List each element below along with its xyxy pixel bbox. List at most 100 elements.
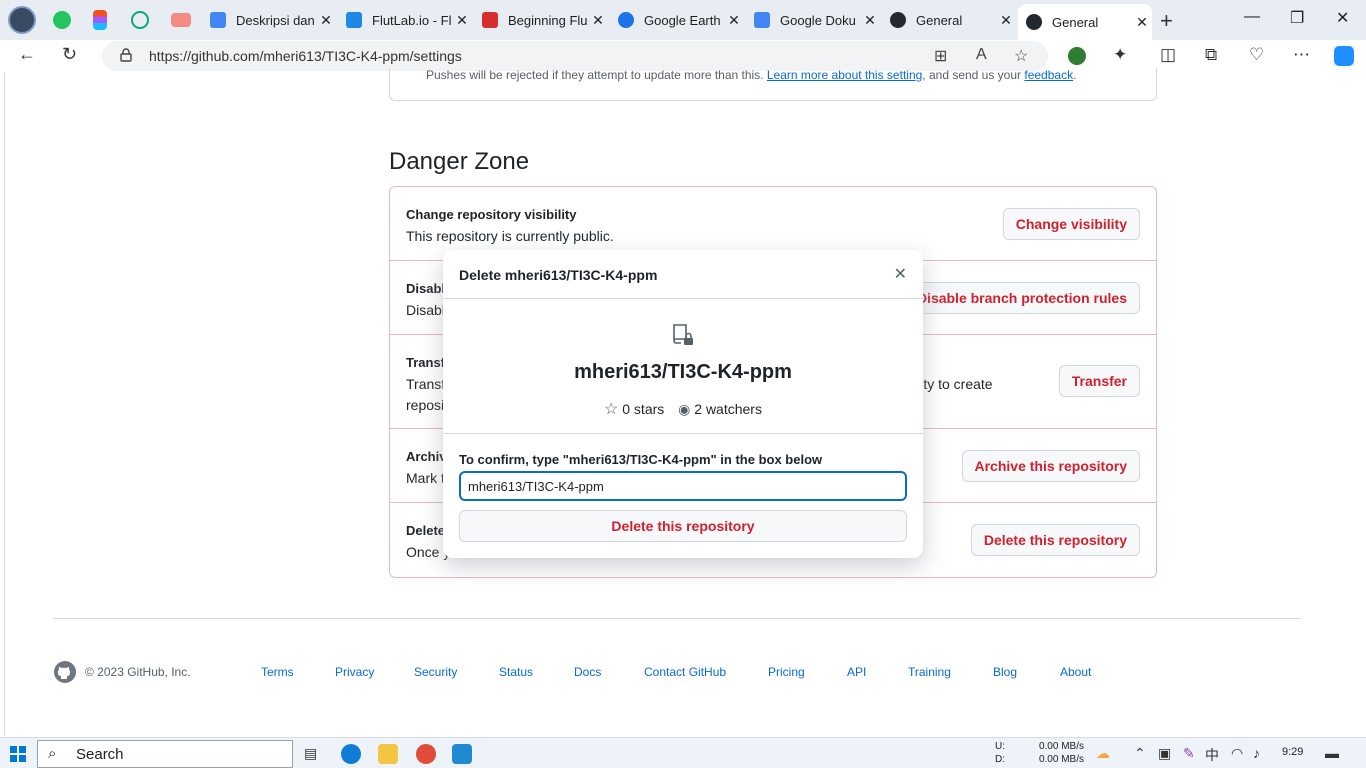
clock[interactable]: 9:29 (1282, 746, 1303, 758)
close-window-icon[interactable]: ✕ (1336, 8, 1349, 28)
footer-link-contact[interactable]: Contact GitHub (644, 665, 726, 679)
close-tab-icon[interactable]: ✕ (860, 12, 880, 29)
footer-link-pricing[interactable]: Pricing (768, 665, 805, 679)
restore-icon[interactable]: ❐ (1290, 8, 1304, 28)
confirm-delete-button[interactable]: Delete this repository (459, 510, 907, 542)
repo-name: mheri613/TI3C-K4-ppm (574, 361, 792, 383)
delete-repo-dialog: Delete mheri613/TI3C-K4-ppm ✕ mheri613/T… (443, 250, 923, 558)
footer-divider (53, 618, 1301, 619)
meet-icon[interactable]: ▣ (1158, 745, 1171, 762)
row-heading: Archiv (406, 449, 447, 464)
chatgpt-pinned-tab-icon[interactable] (131, 11, 149, 29)
confirm-label: To confirm, type "mheri613/TI3C-K4-ppm" … (459, 452, 823, 467)
row-desc-line2: reposi (406, 397, 445, 413)
confirm-repo-name-input[interactable] (459, 471, 907, 501)
url-text[interactable]: https://github.com/mheri613/TI3C-K4-ppm/… (149, 48, 462, 64)
footer-link-status[interactable]: Status (499, 665, 533, 679)
footer-link-security[interactable]: Security (414, 665, 457, 679)
close-icon[interactable]: ✕ (894, 264, 907, 284)
stars-count: 0 stars (622, 401, 665, 417)
file-explorer-icon[interactable] (378, 744, 398, 764)
tab-2[interactable]: FlutLab.io - Fl ✕ (338, 4, 472, 36)
copyright: © 2023 GitHub, Inc. (85, 665, 191, 679)
tab-7-active[interactable]: General ✕ (1018, 4, 1152, 40)
footer-link-terms[interactable]: Terms (261, 665, 294, 679)
close-tab-icon[interactable]: ✕ (452, 12, 472, 29)
tab-3[interactable]: Beginning Flu ✕ (474, 4, 608, 36)
read-aloud-icon[interactable]: A (976, 46, 987, 64)
show-hidden-icon[interactable]: ⌃ (1134, 745, 1146, 762)
transfer-button[interactable]: Transfer (1058, 365, 1140, 397)
address-bar[interactable]: https://github.com/mheri613/TI3C-K4-ppm/… (102, 41, 1048, 71)
net-down-value: 0.00 MB/s (1038, 754, 1084, 765)
notification-icon[interactable]: ▬ (1325, 745, 1339, 761)
footer-link-docs[interactable]: Docs (574, 665, 601, 679)
close-tab-icon[interactable]: ✕ (996, 12, 1016, 29)
close-tab-icon[interactable]: ✕ (724, 12, 744, 29)
more-icon[interactable]: ⋯ (1293, 45, 1310, 65)
taskbar-search-box[interactable]: ⌕ Search (37, 740, 293, 768)
change-visibility-button[interactable]: Change visibility (1002, 208, 1140, 240)
favorite-star-icon[interactable]: ☆ (1014, 46, 1028, 66)
close-tab-icon[interactable]: ✕ (316, 12, 336, 29)
split-screen-icon[interactable]: ◫ (1160, 45, 1176, 65)
pinned-tab-icon[interactable] (53, 11, 71, 29)
edge-icon[interactable] (341, 744, 361, 764)
repo-locked-icon (673, 324, 693, 345)
eye-icon: ◉ (678, 401, 691, 417)
task-view-icon[interactable]: ▤ (304, 745, 317, 762)
disable-branch-protection-button[interactable]: Disable branch protection rules (903, 282, 1140, 314)
close-tab-icon[interactable]: ✕ (588, 12, 608, 29)
copilot-icon[interactable] (1334, 46, 1354, 66)
minimize-icon[interactable]: — (1244, 8, 1260, 26)
net-up-value: 0.00 MB/s (1038, 741, 1084, 752)
dialog-title: Delete mheri613/TI3C-K4-ppm (459, 267, 658, 283)
tab-title: Google Doku (780, 12, 856, 28)
footer-link-api[interactable]: API (847, 665, 866, 679)
windows-taskbar: ⌕ Search ▤ U: D: 0.00 MB/s 0.00 MB/s ☁ ⌃ ▣… (0, 737, 1366, 768)
youtube-pinned-tab-icon[interactable] (171, 13, 191, 27)
close-tab-icon[interactable]: ✕ (1132, 14, 1152, 31)
learn-more-link[interactable]: Learn more about this setting (767, 68, 922, 82)
row-heading: Delete (406, 523, 446, 538)
figma-pinned-tab-icon[interactable] (93, 10, 107, 30)
wifi-icon[interactable]: ◠ (1231, 745, 1243, 762)
refresh-icon[interactable]: ↻ (62, 44, 77, 65)
feedback-link[interactable]: feedback (1024, 68, 1073, 82)
pen-icon[interactable]: ✎ (1183, 745, 1195, 762)
volume-icon[interactable]: ♪ (1253, 745, 1260, 761)
back-icon[interactable]: ← (18, 44, 36, 65)
collections-icon[interactable]: ⧉ (1205, 45, 1217, 65)
delete-repository-button[interactable]: Delete this repository (970, 524, 1140, 556)
tab-title: Beginning Flu (508, 12, 588, 28)
lock-icon[interactable] (120, 48, 132, 62)
watchers-count: 2 watchers (694, 401, 762, 417)
tab-5[interactable]: Google Doku ✕ (746, 4, 880, 36)
windows-start-icon[interactable] (10, 746, 26, 762)
archive-repository-button[interactable]: Archive this repository (961, 450, 1140, 482)
footer-link-training[interactable]: Training (908, 665, 951, 679)
dialog-header: Delete mheri613/TI3C-K4-ppm ✕ (443, 250, 923, 299)
tab-6[interactable]: General ✕ (882, 4, 1016, 36)
tab-title: Deskripsi dan (236, 12, 315, 28)
weather-icon[interactable]: ☁ (1096, 745, 1110, 762)
new-tab-icon[interactable]: + (1160, 8, 1173, 34)
dialog-divider (443, 433, 923, 434)
footer-link-blog[interactable]: Blog (993, 665, 1017, 679)
footer-link-about[interactable]: About (1060, 665, 1091, 679)
tab-4[interactable]: Google Earth ✕ (610, 4, 744, 36)
app-available-icon[interactable]: ⊞ (934, 46, 947, 66)
ime-icon[interactable]: 中 (1205, 745, 1219, 765)
footer-link-privacy[interactable]: Privacy (335, 665, 374, 679)
tab-title: Google Earth (644, 12, 721, 28)
note-text-mid: , and send us your (922, 68, 1025, 82)
tab-1[interactable]: Deskripsi dan ✕ (202, 4, 336, 36)
extension-icon[interactable] (1068, 47, 1086, 65)
browser-essentials-icon[interactable]: ♡ (1249, 45, 1264, 65)
browser-tab-strip: Deskripsi dan ✕ FlutLab.io - Fl ✕ Beginnin… (0, 0, 1366, 40)
app-icon[interactable] (416, 744, 436, 764)
github-logo-icon[interactable] (53, 660, 77, 684)
profile-avatar[interactable] (8, 6, 36, 34)
vscode-icon[interactable] (452, 744, 472, 764)
extensions-icon[interactable]: ✦ (1113, 45, 1127, 65)
